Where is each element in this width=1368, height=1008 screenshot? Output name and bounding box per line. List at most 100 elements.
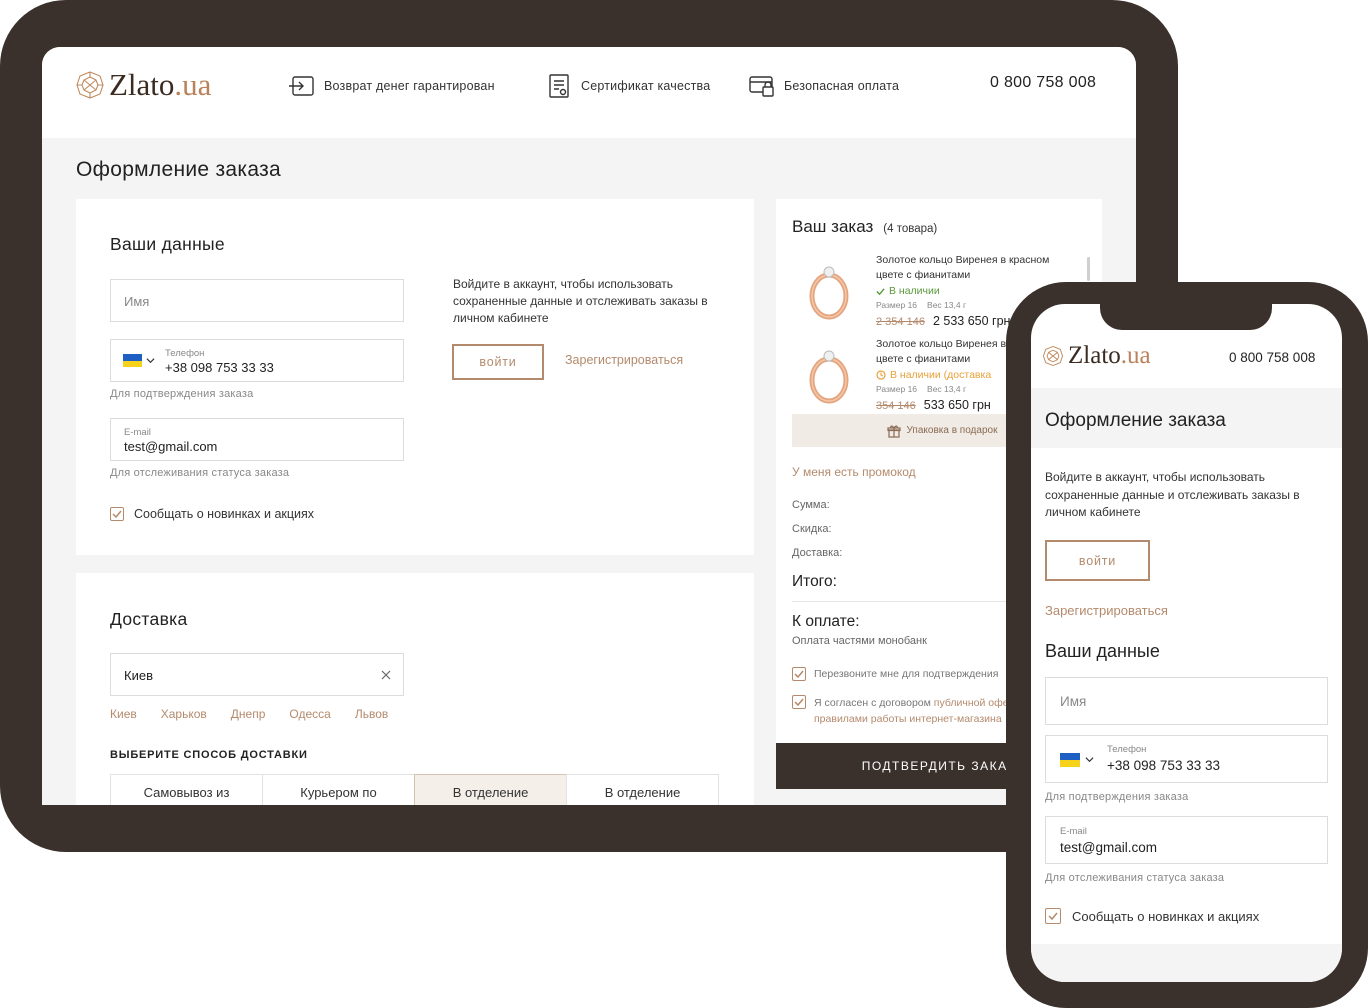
site-header: Zlato.ua Возврат денег гарантирован Серт… [42,47,1136,138]
site-logo[interactable]: Zlato.ua [1042,342,1151,370]
email-label: E-mail [124,427,151,438]
chevron-down-icon[interactable] [1085,755,1094,764]
site-logo[interactable]: Zlato.ua [75,67,211,103]
title-band: Оформление заказа [1031,388,1342,448]
agree-checkbox-row[interactable]: Я согласен с договором публичной оферты п… [792,695,1027,727]
ring-product-image[interactable] [806,261,852,321]
login-button[interactable]: войти [1045,540,1150,581]
callback-checkbox[interactable] [792,667,806,681]
delivery-method-courier[interactable]: Курьером по [262,774,415,805]
check-icon [794,698,804,707]
your-data-title: Ваши данные [110,234,225,254]
newsletter-label: Сообщать о новинках и акциях [1072,908,1260,924]
tablet-screen: Zlato.ua Возврат денег гарантирован Серт… [42,47,1136,805]
promo-code-link[interactable]: У меня есть промокод [792,465,916,479]
email-input[interactable]: E-mail test@gmail.com [1045,816,1328,864]
phone-input[interactable]: Телефон +38 098 753 33 33 [110,339,404,382]
name-input[interactable]: Имя [110,279,404,322]
item-specs: Размер 16 Вес 13,4 г [876,384,966,394]
payment-method: Оплата частями монобанк [792,635,927,647]
item-size: Размер 16 [876,384,918,394]
login-button[interactable]: войти [452,344,544,380]
pay-label: К оплате: [792,613,860,630]
city-suggestion[interactable]: Киев [110,707,137,721]
delivery-method-pickup[interactable]: Самовывоз из [110,774,263,805]
feature-label: Сертификат качества [581,79,711,93]
email-hint: Для отслеживания статуса заказа [1045,872,1225,884]
total-label: Итого: [792,573,837,590]
order-header: Ваш заказ (4 товара) [792,217,937,237]
newsletter-checkbox-row[interactable]: Сообщать о новинках и акциях [110,507,314,521]
city-suggestion[interactable]: Днепр [231,707,266,721]
shop-rules-link[interactable]: правилами работы интернет-магазина [814,713,1002,725]
city-suggestion[interactable]: Харьков [161,707,207,721]
delivery-method-branch-active[interactable]: В отделение [414,774,567,805]
city-value: Киев [124,668,153,683]
item-specs: Размер 16 Вес 13,4 г [876,300,966,310]
logo-text: Zlato.ua [1068,342,1151,370]
newsletter-checkbox-row[interactable]: Сообщать о новинках и акциях [1045,908,1259,924]
email-label: E-mail [1060,826,1087,837]
logo-text: Zlato.ua [109,67,211,103]
delivery-title: Доставка [110,609,188,629]
register-link[interactable]: Зарегистрироваться [1045,603,1168,618]
item-prices: 354 146 533 650 грн [876,398,991,412]
phone-screen: Zlato.ua 0 800 758 008 Оформление заказа… [1031,304,1342,982]
gift-wrap-label: Упаковка в подарок [906,425,998,436]
phone-hint: Для подтверждения заказа [110,388,254,400]
discount-label: Скидка: [792,523,832,535]
callback-checkbox-row[interactable]: Перезвоните мне для подтверждения [792,667,998,681]
name-placeholder: Имя [124,294,150,309]
order-count: (4 товара) [883,223,938,235]
register-link[interactable]: Зарегистрироваться [565,353,683,367]
city-suggestions: Киев Харьков Днепр Одесса Львов [110,707,388,721]
scrollbar-thumb[interactable] [1087,257,1090,281]
in-stock-label: В наличии [889,285,940,297]
newsletter-checkbox[interactable] [110,507,124,521]
city-suggestion[interactable]: Одесса [289,707,330,721]
phone-label: Телефон [1107,744,1147,755]
sum-label: Сумма: [792,499,830,511]
phone-input[interactable]: Телефон +38 098 753 33 33 [1045,735,1328,783]
newsletter-checkbox[interactable] [1045,908,1061,924]
agree-checkbox[interactable] [792,695,806,709]
item-size: Размер 16 [876,300,918,310]
city-suggestion[interactable]: Львов [355,707,388,721]
delivery-card: Доставка Киев Киев Харьков Днепр Одесса … [76,573,754,805]
phone-notch [1100,296,1272,330]
newsletter-label: Сообщать о новинках и акциях [134,507,315,521]
email-input[interactable]: E-mail test@gmail.com [110,418,404,461]
ring-product-image[interactable] [806,345,852,405]
item-name[interactable]: Золотое кольцо Виренея в красном цвете с… [876,253,1076,283]
login-prompt: Войдите в аккаунт, чтобы использовать со… [453,277,708,325]
delivery-method-branch[interactable]: В отделение [566,774,719,805]
name-input[interactable]: Имя [1045,677,1328,725]
feature-label: Возврат денег гарантирован [324,79,495,93]
item-prices: 2 354 146 2 533 650 грн [876,314,1010,328]
phone-value: +38 098 753 33 33 [165,360,274,375]
phone-label: Телефон [165,348,205,359]
email-value: test@gmail.com [1060,840,1157,855]
item-price: 533 650 грн [923,398,991,412]
city-input[interactable]: Киев [110,653,404,696]
login-prompt: Войдите в аккаунт, чтобы использовать со… [1045,470,1300,519]
item-old-price: 2 354 146 [876,316,925,328]
page-title: Оформление заказа [1045,410,1226,431]
email-value: test@gmail.com [124,439,218,454]
money-back-icon [289,76,314,96]
check-icon [1048,912,1058,921]
diamond-logo-icon [1042,345,1064,367]
feature-certificate: Сертификат качества [545,73,710,99]
phone-hint: Для подтверждения заказа [1045,791,1189,803]
feature-label: Безопасная оплата [784,79,900,93]
hotline-phone[interactable]: 0 800 758 008 [990,74,1096,92]
item-weight: Вес 13,4 г [927,384,967,394]
ukraine-flag-icon [1060,753,1080,767]
clear-icon[interactable] [381,670,391,680]
logo-suffix: .ua [174,67,212,102]
hotline-phone[interactable]: 0 800 758 008 [1229,350,1315,365]
chevron-down-icon[interactable] [146,356,155,365]
delivery-status-label: В наличии (доставка [890,369,992,381]
item-old-price: 354 146 [876,400,916,412]
email-hint: Для отслеживания статуса заказа [110,467,290,479]
